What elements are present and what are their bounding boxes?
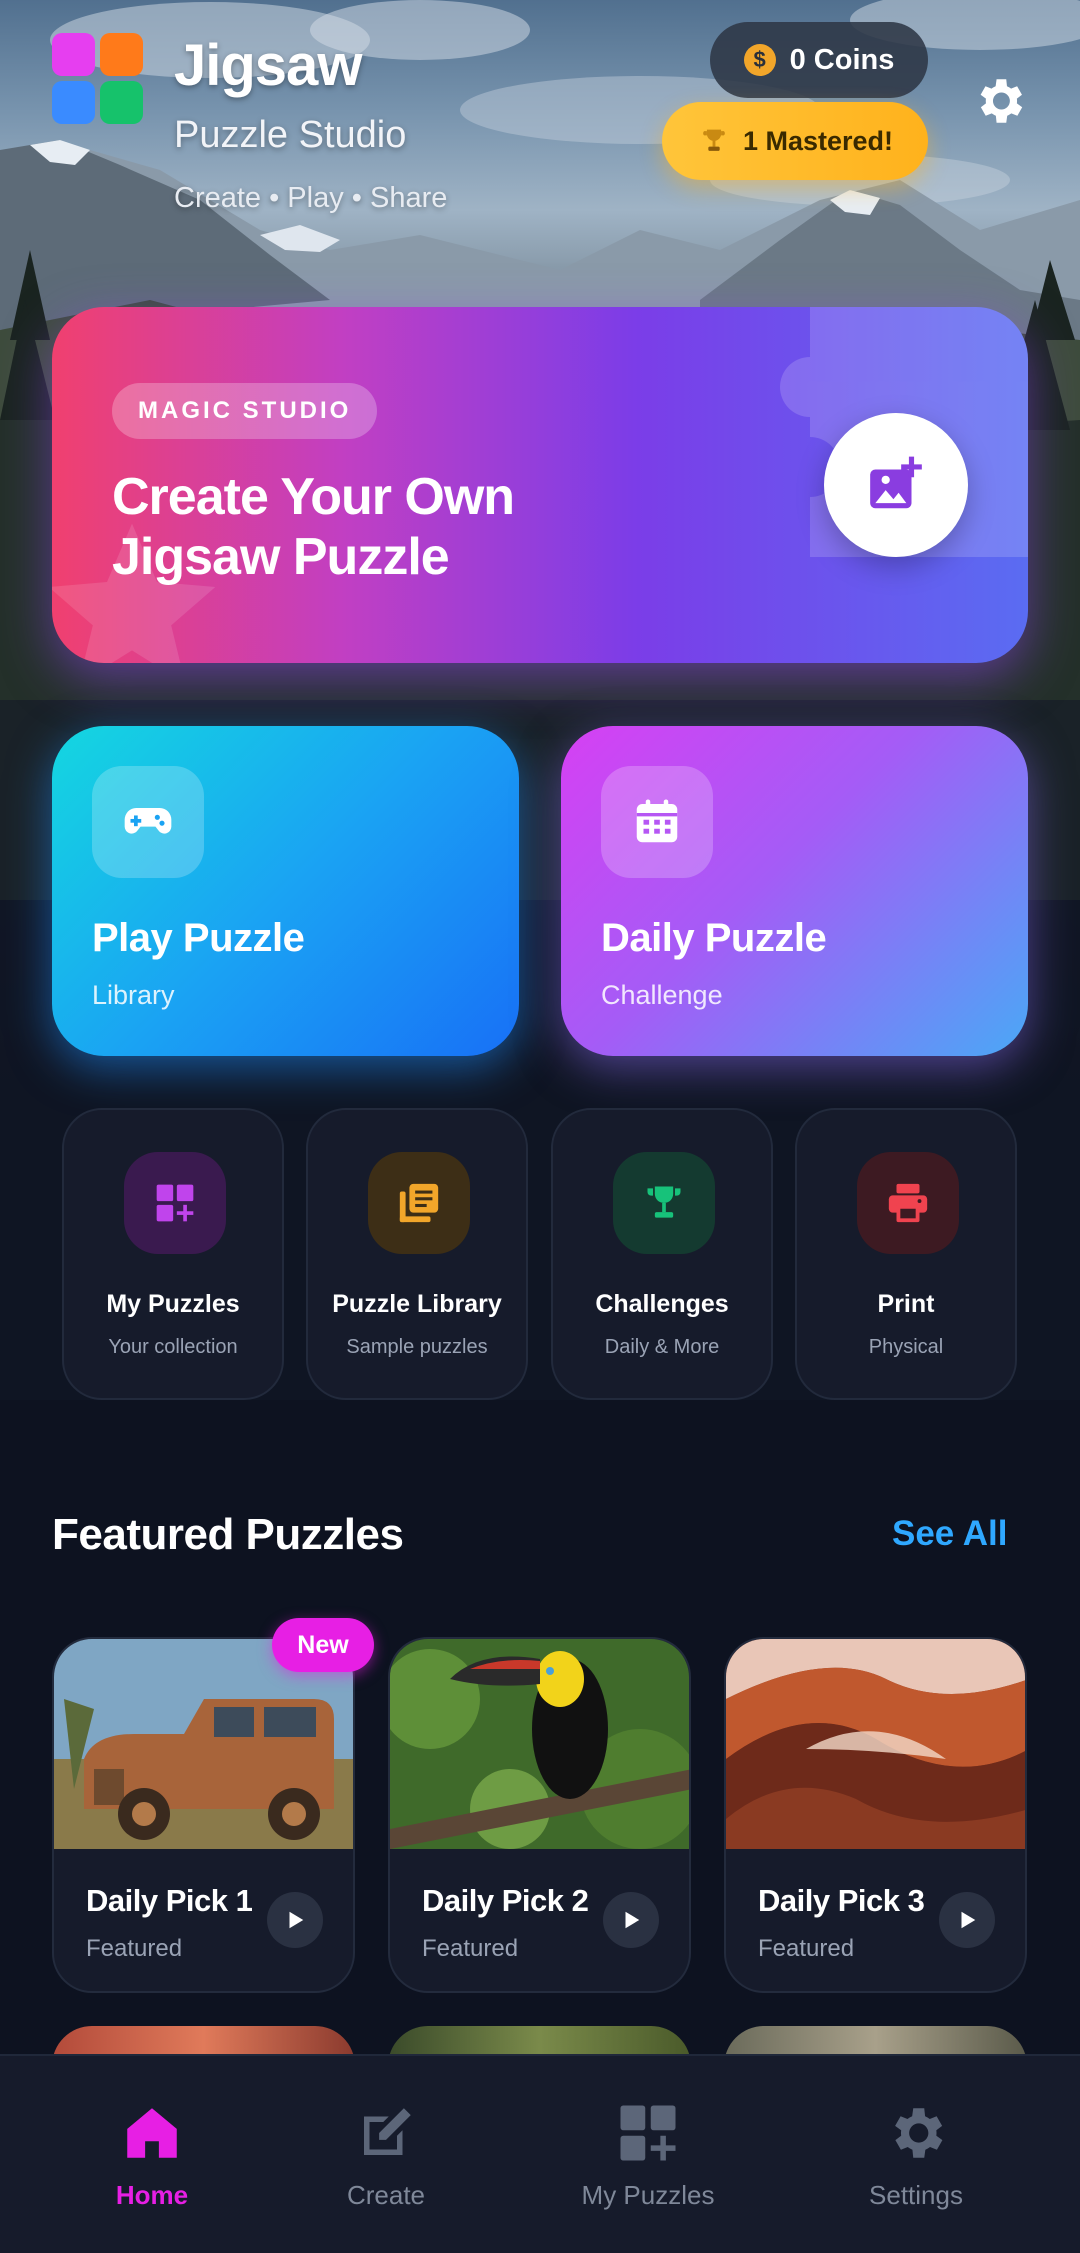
featured-section-title: Featured Puzzles bbox=[52, 1510, 404, 1559]
nav-my-puzzles-label: My Puzzles bbox=[581, 2180, 715, 2210]
nav-home-label: Home bbox=[115, 2180, 189, 2210]
nav-settings-label: Settings bbox=[869, 2180, 963, 2210]
daily-puzzle-subtitle: Challenge bbox=[601, 980, 723, 1010]
puzzle-library-tile[interactable]: Puzzle Library Sample puzzles bbox=[306, 1108, 528, 1400]
featured-card-subtitle: Featured bbox=[758, 1935, 855, 1962]
play-puzzle-card[interactable]: Play Puzzle Library bbox=[52, 726, 519, 1056]
bottom-navigation: Home Create My Puzzles Settings bbox=[0, 2054, 1080, 2253]
daily-puzzle-card[interactable]: Daily Puzzle Challenge bbox=[561, 726, 1028, 1056]
gamepad-icon bbox=[124, 808, 172, 834]
toucan-thumbnail bbox=[390, 1639, 689, 1849]
magic-studio-badge: MAGIC STUDIO bbox=[112, 383, 378, 439]
calendar-icon bbox=[636, 799, 678, 843]
my-puzzles-icon-box bbox=[124, 1152, 226, 1254]
featured-card-title: Daily Pick 1 bbox=[86, 1883, 253, 1918]
featured-card-subtitle: Featured bbox=[422, 1935, 519, 1962]
featured-card-1[interactable]: Daily Pick 1 Featured bbox=[52, 1637, 355, 1993]
gear-icon bbox=[980, 79, 1023, 123]
grid-plus-icon bbox=[620, 2105, 676, 2161]
play-icon bbox=[961, 1911, 976, 1929]
play-button[interactable] bbox=[939, 1892, 995, 1948]
play-icon bbox=[625, 1911, 640, 1929]
coins-label: 0 Coins bbox=[789, 43, 895, 76]
coins-balance-button[interactable]: $ 0 Coins bbox=[710, 22, 928, 98]
grid-plus-icon bbox=[156, 1184, 194, 1222]
featured-card-subtitle: Featured bbox=[86, 1935, 183, 1962]
play-button[interactable] bbox=[603, 1892, 659, 1948]
print-title: Print bbox=[877, 1290, 935, 1318]
hero-title: Create Your Own Jigsaw Puzzle bbox=[112, 468, 515, 586]
challenges-subtitle: Daily & More bbox=[604, 1336, 720, 1358]
featured-card-2[interactable]: Daily Pick 2 Featured bbox=[388, 1637, 691, 1993]
coin-icon: $ bbox=[743, 44, 776, 76]
canyon-thumbnail bbox=[726, 1639, 1025, 1849]
challenges-tile[interactable]: Challenges Daily & More bbox=[551, 1108, 773, 1400]
app-title: Jigsaw bbox=[174, 33, 362, 98]
library-icon bbox=[399, 1183, 439, 1223]
challenges-title: Challenges bbox=[595, 1290, 729, 1318]
play-icon bbox=[289, 1911, 304, 1929]
play-puzzle-subtitle: Library bbox=[92, 980, 175, 1010]
add-photo-icon bbox=[870, 456, 922, 509]
gear-icon bbox=[895, 2108, 943, 2158]
app-subtitle: Puzzle Studio bbox=[174, 114, 407, 156]
edit-icon bbox=[364, 2108, 411, 2155]
nav-create-label: Create bbox=[346, 2180, 426, 2210]
printer-icon bbox=[888, 1183, 928, 1223]
print-icon-box bbox=[857, 1152, 959, 1254]
nav-create[interactable]: Create bbox=[286, 2056, 486, 2253]
nav-settings[interactable]: Settings bbox=[816, 2056, 1016, 2253]
trophy-icon bbox=[703, 129, 725, 151]
daily-puzzle-title: Daily Puzzle bbox=[601, 916, 827, 960]
featured-card-title: Daily Pick 2 bbox=[422, 1883, 589, 1918]
puzzle-library-title: Puzzle Library bbox=[332, 1290, 502, 1318]
my-puzzles-title: My Puzzles bbox=[106, 1290, 240, 1318]
logo-tile-green bbox=[100, 81, 143, 124]
nav-my-puzzles[interactable]: My Puzzles bbox=[548, 2056, 748, 2253]
create-puzzle-banner[interactable]: MAGIC STUDIO Create Your Own Jigsaw Puzz… bbox=[52, 307, 1028, 663]
see-all-link[interactable]: See All bbox=[892, 1514, 1007, 1554]
my-puzzles-subtitle: Your collection bbox=[108, 1336, 238, 1358]
print-tile[interactable]: Print Physical bbox=[795, 1108, 1017, 1400]
print-subtitle: Physical bbox=[868, 1336, 944, 1358]
play-button[interactable] bbox=[267, 1892, 323, 1948]
logo-tile-orange bbox=[100, 33, 143, 76]
play-icon-box bbox=[92, 766, 204, 878]
daily-icon-box bbox=[601, 766, 713, 878]
logo-tile-magenta bbox=[52, 33, 95, 76]
featured-card-3[interactable]: Daily Pick 3 Featured bbox=[724, 1637, 1027, 1993]
mastered-badge-button[interactable]: 1 Mastered! bbox=[662, 102, 928, 180]
nav-home[interactable]: Home bbox=[52, 2056, 252, 2253]
app-logo bbox=[52, 33, 143, 124]
logo-tile-blue bbox=[52, 81, 95, 124]
add-photo-button[interactable] bbox=[824, 413, 968, 557]
settings-button[interactable] bbox=[970, 72, 1028, 130]
app-tagline: Create • Play • Share bbox=[174, 182, 448, 214]
play-puzzle-title: Play Puzzle bbox=[92, 916, 305, 960]
challenges-icon-box bbox=[613, 1152, 715, 1254]
my-puzzles-tile[interactable]: My Puzzles Your collection bbox=[62, 1108, 284, 1400]
home-icon bbox=[127, 2108, 177, 2158]
trophy-icon bbox=[647, 1186, 681, 1218]
mastered-label: 1 Mastered! bbox=[742, 125, 894, 156]
new-badge: New bbox=[272, 1618, 374, 1672]
puzzle-library-icon-box bbox=[368, 1152, 470, 1254]
featured-card-title: Daily Pick 3 bbox=[758, 1883, 925, 1918]
puzzle-library-subtitle: Sample puzzles bbox=[346, 1336, 488, 1358]
